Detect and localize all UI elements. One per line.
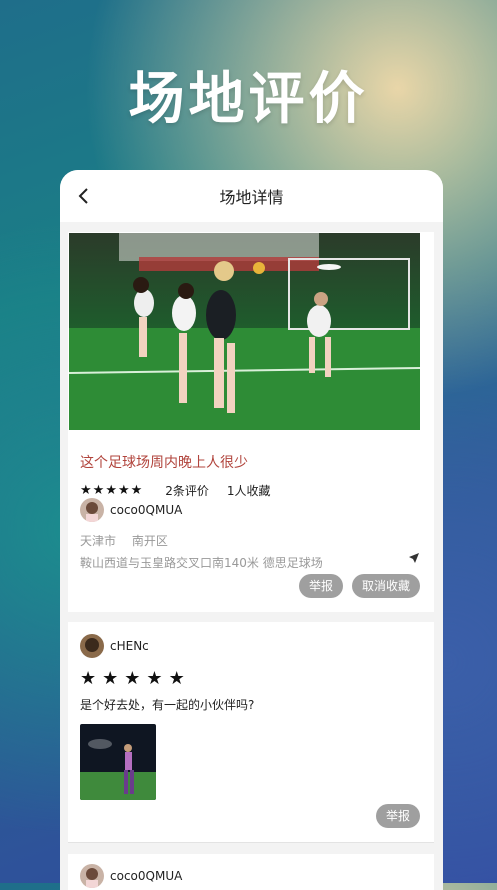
comment-user[interactable]: coco0QMUA [80, 864, 182, 888]
comment-card: coco0QMUA [68, 854, 434, 890]
report-comment-button[interactable]: 举报 [376, 804, 420, 828]
star-icon: ★ [92, 483, 105, 498]
avatar [80, 634, 104, 658]
venue-address: 鞍山西道与玉皇路交叉口南140米 德思足球场 [80, 556, 323, 570]
venue-rating: ★ ★ ★ ★ ★ 2条评价 1人收藏 [80, 482, 271, 499]
navigation-arrow-icon[interactable] [408, 552, 420, 564]
star-icon: ★ [146, 668, 163, 689]
avatar [80, 498, 104, 522]
venue-owner[interactable]: coco0QMUA [80, 498, 182, 522]
comment-photo[interactable] [80, 724, 156, 800]
page-title: 场地详情 [219, 188, 284, 207]
venue-title: 这个足球场周内晚上人很少 [80, 455, 248, 471]
star-icon: ★ [124, 668, 141, 689]
star-icon: ★ [130, 483, 143, 498]
favorites-count: 1人收藏 [226, 484, 271, 498]
venue-location: 天津市 南开区 [80, 532, 168, 549]
city: 天津市 [80, 534, 117, 548]
venue-card: 这个足球场周内晚上人很少 ★ ★ ★ ★ ★ 2条评价 1人收藏 coco0QM… [68, 232, 434, 612]
star-icon: ★ [117, 483, 130, 498]
back-chevron-icon[interactable] [74, 186, 94, 206]
star-icon: ★ [80, 483, 92, 498]
comment-username: cHENc [110, 639, 149, 653]
venue-photo [69, 233, 420, 430]
comment-text: 是个好去处，有一起的小伙伴吗? [80, 698, 255, 712]
comment-user[interactable]: cHENc [80, 634, 149, 658]
avatar [80, 864, 104, 888]
review-count: 2条评价 [165, 484, 209, 498]
star-icon: ★ [102, 668, 119, 689]
divider [68, 842, 434, 843]
hero-title: 场地评价 [128, 67, 369, 132]
owner-username: coco0QMUA [110, 503, 183, 517]
star-icon: ★ [168, 668, 185, 689]
nav-bar: 场地详情 [60, 170, 443, 222]
phone-screen: 场地详情 这个足球场周内晚上人很少 ★ ★ ★ ★ ★ 2条评价 1人收藏 co… [60, 170, 443, 890]
report-venue-button[interactable]: 举报 [299, 574, 343, 598]
district: 南开区 [131, 534, 168, 548]
comment-card: cHENc ★ ★ ★ ★ ★ 是个好去处，有一起的小伙伴吗? 举报 [68, 622, 434, 842]
star-icon: ★ [105, 483, 117, 498]
unfavorite-button[interactable]: 取消收藏 [352, 574, 420, 598]
comment-rating: ★ ★ ★ ★ ★ [80, 668, 191, 689]
star-icon: ★ [80, 668, 97, 689]
comment-username: coco0QMUA [110, 869, 183, 883]
